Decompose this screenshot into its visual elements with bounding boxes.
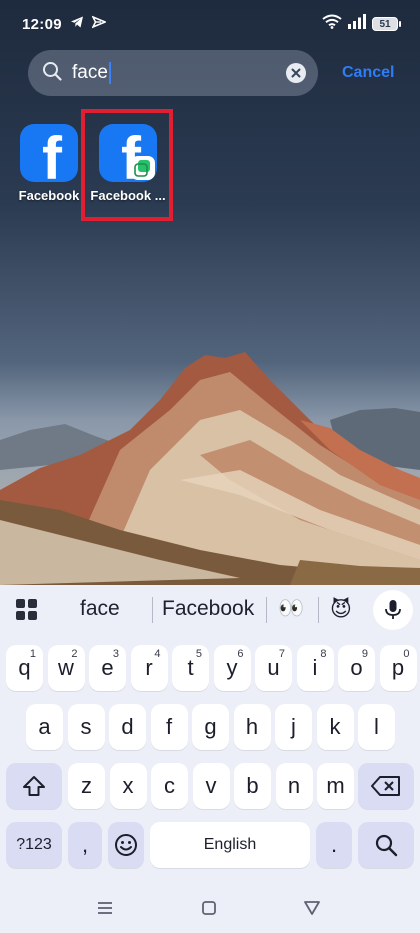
key-hint: 2 xyxy=(71,648,78,660)
divider xyxy=(266,597,267,623)
key-x[interactable]: x xyxy=(109,763,147,809)
key-a[interactable]: a xyxy=(26,704,63,750)
comma-key[interactable]: , xyxy=(68,822,102,868)
key-e[interactable]: e3 xyxy=(89,645,126,691)
key-d[interactable]: d xyxy=(109,704,146,750)
navigation-bar xyxy=(0,885,420,933)
symbols-key[interactable]: ?123 xyxy=(6,822,62,868)
key-h[interactable]: h xyxy=(233,704,271,750)
key-label: q xyxy=(18,655,31,680)
text-cursor xyxy=(108,62,111,84)
suggestion-bar: face Facebook 👀 😈 xyxy=(0,585,420,635)
key-o[interactable]: o9 xyxy=(338,645,375,691)
key-label: u xyxy=(267,655,280,680)
status-bar: 12:09 51 xyxy=(0,0,420,48)
key-label: t xyxy=(187,655,194,680)
menu-icon[interactable] xyxy=(96,900,114,921)
key-hint: 5 xyxy=(195,648,202,660)
key-label: p xyxy=(391,655,405,680)
telegram-icon xyxy=(70,15,84,34)
key-m[interactable]: m xyxy=(317,763,354,809)
search-key[interactable] xyxy=(358,822,414,868)
space-key[interactable]: English xyxy=(150,822,310,868)
key-label: y xyxy=(226,655,238,680)
facebook-icon: f xyxy=(20,124,78,182)
key-w[interactable]: w2 xyxy=(47,645,85,691)
backspace-key[interactable] xyxy=(358,763,414,809)
key-label: r xyxy=(145,655,153,680)
key-u[interactable]: u7 xyxy=(255,645,292,691)
key-hint: 6 xyxy=(237,648,244,660)
battery-icon: 51 xyxy=(372,17,401,31)
key-t[interactable]: t5 xyxy=(172,645,209,691)
search-input[interactable]: face xyxy=(28,50,318,96)
key-z[interactable]: z xyxy=(68,763,105,809)
key-hint: 4 xyxy=(154,648,161,660)
cancel-button[interactable]: Cancel xyxy=(342,64,394,82)
key-q[interactable]: q1 xyxy=(6,645,43,691)
wifi-icon xyxy=(322,14,342,34)
key-hint: 9 xyxy=(361,648,368,660)
signal-icon xyxy=(348,14,366,34)
key-hint: 7 xyxy=(278,648,285,660)
shift-key[interactable] xyxy=(6,763,62,809)
suggestion-word[interactable]: Facebook xyxy=(162,597,254,621)
app-result-facebook[interactable]: f Facebook xyxy=(9,124,89,203)
key-hint: 8 xyxy=(320,648,327,660)
divider xyxy=(152,597,153,623)
key-f[interactable]: f xyxy=(150,704,188,750)
keyboard: face Facebook 👀 😈 q1w2e3r4t5y6u7i8o9p0 a… xyxy=(0,585,420,933)
key-v[interactable]: v xyxy=(192,763,230,809)
battery-level: 51 xyxy=(379,18,391,30)
key-hint: 3 xyxy=(112,648,119,660)
key-hint: 1 xyxy=(29,648,36,660)
key-k[interactable]: k xyxy=(316,704,354,750)
mic-icon[interactable] xyxy=(373,590,413,630)
apps-grid-icon[interactable] xyxy=(16,599,38,621)
key-g[interactable]: g xyxy=(192,704,229,750)
send-icon xyxy=(91,14,107,34)
status-time: 12:09 xyxy=(22,15,62,33)
key-y[interactable]: y6 xyxy=(213,645,251,691)
key-l[interactable]: l xyxy=(358,704,395,750)
highlight-box xyxy=(81,109,173,221)
search-row: face Cancel xyxy=(28,49,408,97)
key-label: i xyxy=(312,655,318,680)
home-icon[interactable] xyxy=(201,900,217,921)
search-icon xyxy=(42,61,62,86)
period-key[interactable]: . xyxy=(316,822,352,868)
back-icon[interactable] xyxy=(303,900,321,921)
suggestion-emoji[interactable]: 👀 xyxy=(278,597,304,621)
key-hint: 0 xyxy=(403,648,410,660)
key-b[interactable]: b xyxy=(234,763,271,809)
app-label: Facebook xyxy=(18,188,80,203)
key-i[interactable]: i8 xyxy=(296,645,334,691)
key-c[interactable]: c xyxy=(151,763,188,809)
suggestion-emoji[interactable]: 😈 xyxy=(330,597,352,622)
clear-icon[interactable] xyxy=(286,63,306,83)
divider xyxy=(318,597,319,623)
key-n[interactable]: n xyxy=(275,763,313,809)
key-p[interactable]: p0 xyxy=(379,645,417,691)
search-query: face xyxy=(72,62,108,83)
key-label: e xyxy=(101,655,114,680)
key-label: o xyxy=(350,655,363,680)
emoji-key[interactable] xyxy=(108,822,144,868)
key-j[interactable]: j xyxy=(275,704,312,750)
suggestion-word[interactable]: face xyxy=(80,597,120,621)
key-s[interactable]: s xyxy=(67,704,105,750)
key-r[interactable]: r4 xyxy=(130,645,168,691)
